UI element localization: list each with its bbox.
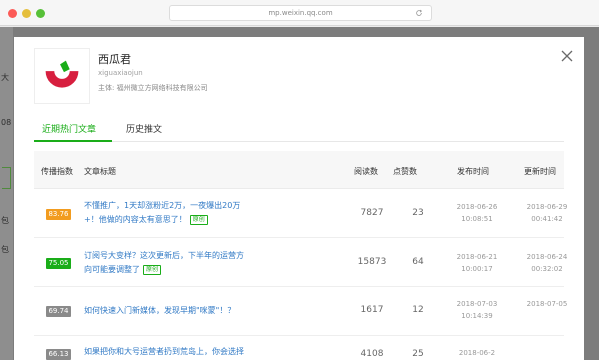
read-count: 7827 — [360, 208, 384, 218]
article-title-link[interactable]: 如果把你和大号运营者扔到荒岛上，你会选择 — [84, 346, 244, 357]
table-row: 66.13 如果把你和大号运营者扔到荒岛上，你会选择 4108 25 2018-… — [34, 336, 564, 360]
account-name: 西瓜君 — [98, 53, 131, 66]
background-button — [2, 167, 11, 189]
table-row: 83.76 不懂推广，1天却涨粉近2万，一夜爆出20万 +！他做的内容太有意思了… — [34, 189, 567, 238]
like-count: 23 — [412, 208, 424, 218]
header-reads[interactable]: 阅读数 — [354, 166, 378, 177]
updated-time: 00:41:42 — [531, 215, 563, 223]
close-icon[interactable] — [560, 49, 574, 63]
background-text: 大 — [1, 73, 9, 82]
original-badge: 原创 — [143, 265, 162, 275]
read-count: 1617 — [360, 305, 384, 315]
original-badge: 原创 — [189, 215, 208, 225]
article-title-link[interactable]: 向可能要调整了 原创 — [84, 264, 162, 275]
account-detail-modal: 西瓜君 xiguaxiaojun 主体: 福州微立方网络科技有限公司 近期热门文… — [14, 37, 584, 360]
articles-table: 传播指数 文章标题 阅读数 点赞数 发布时间 更新时间 83.76 不懂推广，1… — [34, 151, 567, 360]
published-date: 2018-06-21 — [456, 253, 498, 261]
tab-history-posts[interactable]: 历史推文 — [126, 122, 162, 135]
like-count: 12 — [412, 305, 424, 315]
article-title-link[interactable]: 订阅号大变样？这次更新后，下半年的运营方 — [84, 250, 244, 261]
background-text: 包 — [1, 245, 9, 254]
read-count: 15873 — [357, 257, 387, 267]
score-badge: 66.13 — [46, 349, 71, 360]
tab-recent-hot-articles[interactable]: 近期热门文章 — [42, 122, 96, 135]
published-time: 10:00:17 — [461, 265, 493, 273]
published-date: 2018-06-26 — [456, 203, 498, 211]
browser-titlebar: mp.weixin.qq.com — [0, 0, 599, 26]
updated-time: 00:32:02 — [531, 265, 563, 273]
active-tab-indicator — [34, 140, 112, 142]
published-date: 2018-06-2 — [458, 349, 496, 357]
article-title-link[interactable]: 如何快速入门新媒体，发现早期"咪蒙"！？ — [84, 305, 235, 316]
header-title: 文章标题 — [84, 167, 116, 176]
header-likes[interactable]: 点赞数 — [393, 166, 417, 177]
published-date: 2018-07-03 — [456, 300, 498, 308]
header-updated[interactable]: 更新时间 — [524, 166, 556, 177]
table-row: 69.74 如何快速入门新媒体，发现早期"咪蒙"！？ 1617 12 2018-… — [34, 287, 567, 336]
address-bar[interactable]: mp.weixin.qq.com — [169, 5, 432, 21]
updated-date: 2018-06-24 — [526, 253, 568, 261]
score-badge: 69.74 — [46, 306, 71, 317]
url-text: mp.weixin.qq.com — [268, 9, 333, 17]
article-title-link[interactable]: 不懂推广，1天却涨粉近2万，一夜爆出20万 — [84, 200, 240, 211]
header-published[interactable]: 发布时间 — [457, 166, 489, 177]
background-text: 08 — [1, 118, 12, 127]
published-time: 10:08:51 — [461, 215, 493, 223]
watermelon-logo-icon — [45, 60, 79, 88]
score-badge: 83.76 — [46, 209, 71, 220]
minimize-window-button[interactable] — [22, 9, 31, 18]
background-text: 包 — [1, 216, 9, 225]
updated-date: 2018-06-29 — [526, 203, 568, 211]
account-avatar — [34, 48, 90, 104]
close-window-button[interactable] — [8, 9, 17, 18]
like-count: 64 — [412, 257, 424, 267]
table-header: 传播指数 文章标题 阅读数 点赞数 发布时间 更新时间 — [34, 151, 564, 189]
published-time: 10:14:39 — [461, 312, 493, 320]
tab-bar: 近期热门文章 历史推文 — [34, 116, 564, 142]
table-row: 75.05 订阅号大变样？这次更新后，下半年的运营方 向可能要调整了 原创 158… — [34, 238, 567, 287]
zoom-window-button[interactable] — [36, 9, 45, 18]
read-count: 4108 — [360, 349, 384, 359]
article-title-link[interactable]: +！他做的内容太有意思了！ 原创 — [84, 214, 208, 225]
background-page-edge: 大 08 包 包 — [0, 27, 13, 360]
score-badge: 75.05 — [46, 258, 71, 269]
account-id: xiguaxiaojun — [98, 69, 143, 77]
updated-date: 2018-07-05 — [526, 300, 568, 308]
account-owner: 主体: 福州微立方网络科技有限公司 — [98, 84, 208, 92]
header-score[interactable]: 传播指数 — [41, 166, 73, 177]
reload-icon[interactable] — [415, 9, 423, 17]
like-count: 25 — [412, 349, 424, 359]
